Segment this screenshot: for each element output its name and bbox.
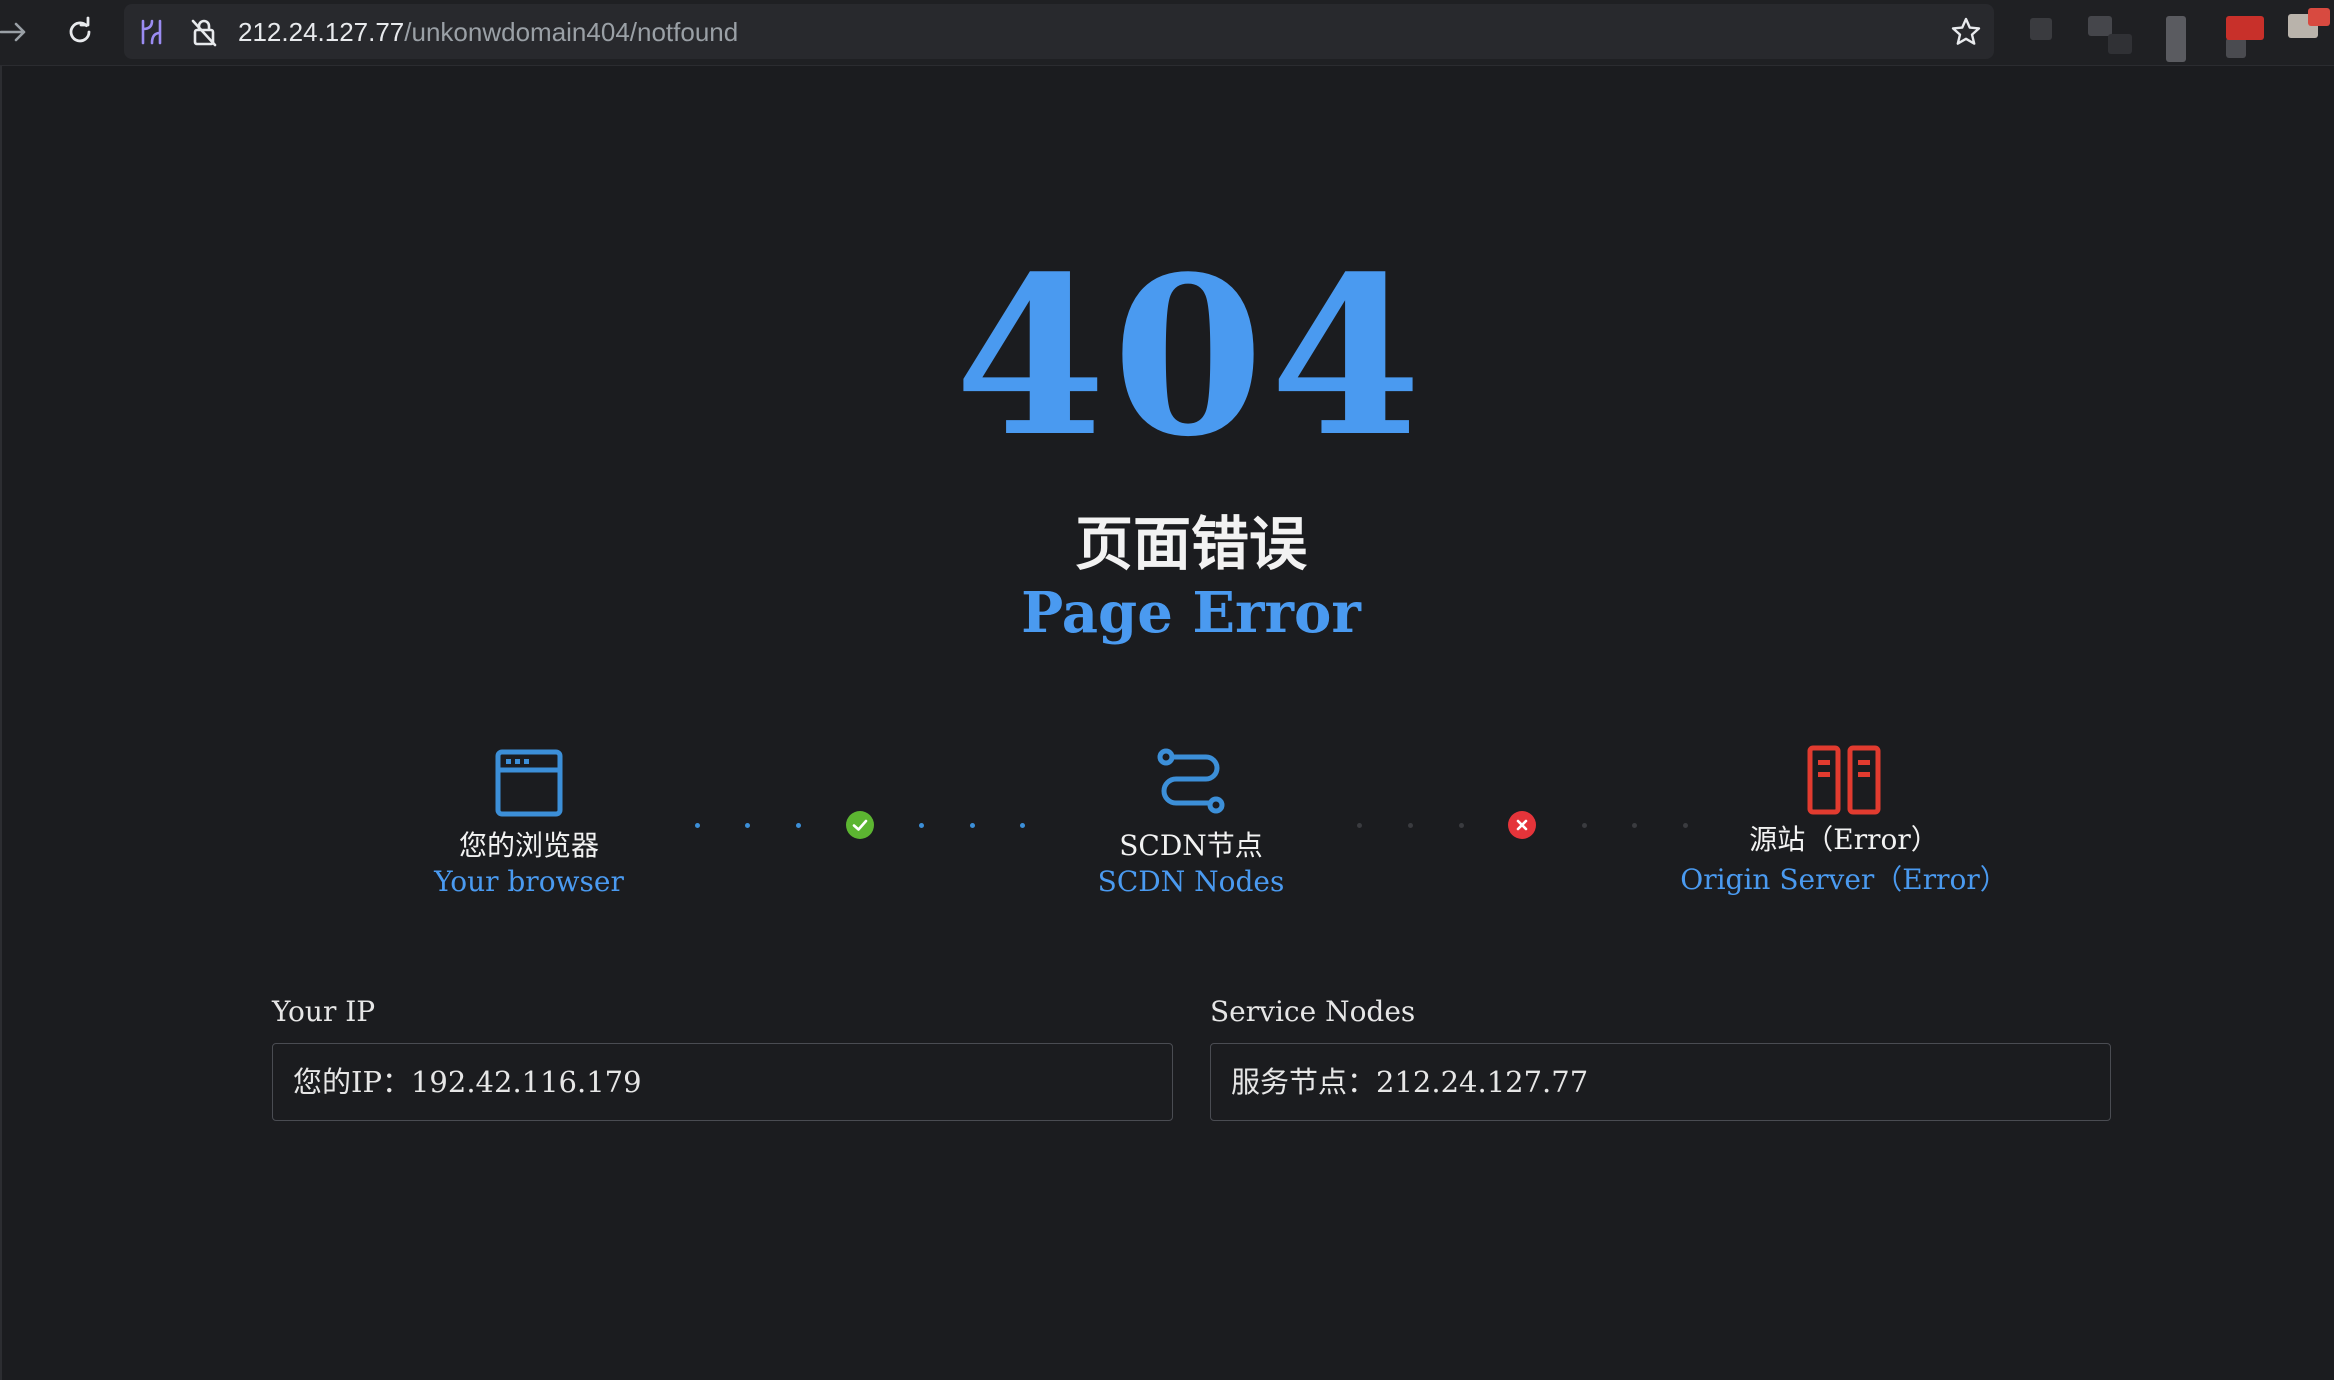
flow-link1-dot — [796, 823, 801, 828]
server-icon — [1807, 745, 1881, 815]
reload-icon[interactable] — [62, 14, 98, 50]
flow-browser-label-cn: 您的浏览器 — [458, 829, 599, 862]
tab-search-icon[interactable] — [134, 14, 170, 50]
flow-link2-dot — [1408, 823, 1413, 828]
flow-link2-dot — [1632, 823, 1637, 828]
flow-browser-label-en: Your browser — [434, 865, 624, 898]
flow-link1-dot — [745, 823, 750, 828]
service-nodes-field[interactable]: 服务节点：212.24.127.77 — [1210, 1043, 2111, 1121]
flow-link2-dot — [1459, 823, 1464, 828]
flow-link2-dot — [1357, 823, 1362, 828]
flow-cdn-label-cn: SCDN节点 — [1119, 829, 1263, 862]
flow-node-origin: 源站（Error） Origin Server（Error） — [1644, 736, 2044, 898]
flow-node-browser: 您的浏览器 Your browser — [329, 738, 729, 900]
flow-node-cdn: SCDN节点 SCDN Nodes — [991, 738, 1391, 900]
flow-origin-label-en: Origin Server（Error） — [1680, 863, 2008, 896]
error-code: 404 — [954, 229, 1428, 485]
bookmark-star-icon[interactable] — [1948, 14, 1984, 50]
route-icon — [1157, 748, 1225, 814]
browser-toolbar: 212.24.127.77/unkonwdomain404/notfound — [0, 0, 2334, 66]
flow-link2-dot — [1582, 823, 1587, 828]
error-title-cn: 页面错误 — [1074, 510, 1307, 578]
flow-link1-dot — [919, 823, 924, 828]
forward-icon[interactable] — [0, 14, 32, 50]
flow-origin-label-cn: 源站（Error） — [1749, 823, 1939, 856]
not-secure-icon[interactable] — [186, 14, 222, 50]
url-text[interactable]: 212.24.127.77/unkonwdomain404/notfound — [238, 13, 738, 51]
flow-cdn-label-en: SCDN Nodes — [1097, 865, 1285, 898]
extensions-area — [2008, 8, 2334, 62]
link-ok-check-icon — [846, 811, 874, 839]
url-path: /unkonwdomain404/notfound — [404, 17, 739, 47]
browser-window-icon — [495, 749, 563, 817]
flow-link1-dot — [695, 823, 700, 828]
error-title-en: Page Error — [1021, 580, 1361, 646]
flow-link1-dot — [970, 823, 975, 828]
your-ip-label: Your IP — [272, 995, 376, 1028]
service-nodes-label: Service Nodes — [1210, 995, 1416, 1028]
link-error-x-icon — [1508, 811, 1536, 839]
url-host: 212.24.127.77 — [238, 17, 405, 47]
your-ip-field[interactable]: 您的IP：192.42.116.179 — [272, 1043, 1173, 1121]
